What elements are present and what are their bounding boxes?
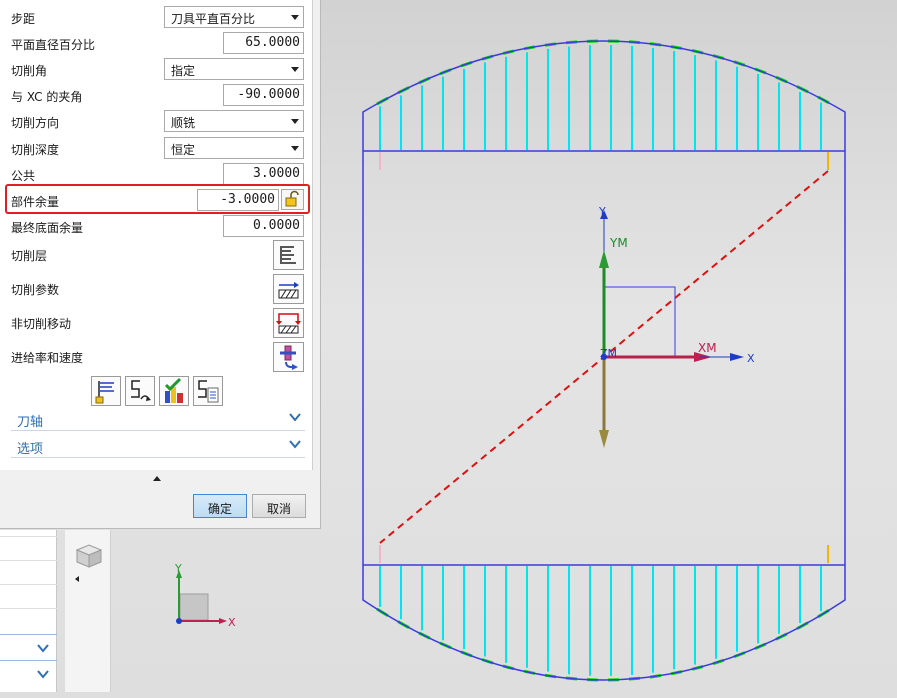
triad-x-arrow bbox=[219, 618, 227, 624]
part-stock-label: 部件余量 bbox=[11, 195, 60, 209]
triad-x-label: X bbox=[228, 616, 236, 629]
cut-direction-value: 顺铣 bbox=[171, 116, 196, 130]
flat-diameter-label: 平面直径百分比 bbox=[11, 38, 96, 52]
angle-xc-input[interactable]: -90.0000 bbox=[223, 84, 304, 106]
cut-levels-label: 切削层 bbox=[11, 249, 48, 263]
generate-icon bbox=[95, 381, 114, 404]
common-depth-label: 公共 bbox=[11, 169, 36, 183]
flat-diameter-row: 平面直径百分比 65.0000 bbox=[0, 31, 313, 55]
toolpath-bottom-passes bbox=[379, 566, 822, 676]
tool-axis-title: 刀轴 bbox=[17, 415, 44, 430]
cut-angle-value: 指定 bbox=[171, 64, 196, 78]
chevron-down-icon bbox=[289, 437, 301, 454]
angle-xc-row: 与 XC 的夹角 -90.0000 bbox=[0, 83, 313, 107]
cut-depth-select[interactable]: 恒定 bbox=[164, 137, 304, 159]
dialog-content: 步距 刀具平直百分比 平面直径百分比 65.0000 切削角 指定 与 XC 的… bbox=[0, 0, 313, 470]
cut-levels-icon bbox=[280, 246, 296, 264]
cut-direction-select[interactable]: 顺铣 bbox=[164, 110, 304, 132]
chevron-down-icon bbox=[289, 410, 301, 427]
x-axis-arrow bbox=[730, 353, 744, 361]
panel-divider bbox=[0, 584, 57, 585]
chevron-down-icon[interactable] bbox=[37, 668, 49, 682]
cut-parameters-row: 切削参数 bbox=[0, 276, 313, 300]
generate-button[interactable] bbox=[91, 376, 121, 406]
xm-axis-label: XM bbox=[698, 341, 717, 355]
cut-direction-label: 切削方向 bbox=[11, 116, 60, 130]
cut-direction-row: 切削方向 顺铣 bbox=[0, 109, 313, 133]
replay-button[interactable] bbox=[125, 376, 155, 406]
cut-angle-select[interactable]: 指定 bbox=[164, 58, 304, 80]
cut-depth-label: 切削深度 bbox=[11, 143, 60, 157]
dropdown-arrow-icon bbox=[291, 15, 299, 20]
lock-button[interactable] bbox=[281, 189, 304, 210]
view-tools-strip[interactable] bbox=[65, 530, 111, 692]
cut-depth-row: 切削深度 恒定 bbox=[0, 136, 313, 160]
feeds-speeds-label: 进给率和速度 bbox=[11, 351, 84, 365]
panel-divider bbox=[0, 660, 57, 661]
collapse-up-icon[interactable] bbox=[153, 476, 161, 481]
panel-divider bbox=[0, 608, 57, 609]
non-cutting-moves-row: 非切削移动 bbox=[0, 310, 313, 334]
dropdown-arrow-icon bbox=[291, 119, 299, 124]
panel-divider bbox=[0, 560, 57, 561]
chevron-down-icon[interactable] bbox=[37, 642, 49, 656]
stepover-value: 刀具平直百分比 bbox=[171, 12, 256, 26]
final-floor-stock-label: 最终底面余量 bbox=[11, 221, 84, 235]
operation-dialog: 步距 刀具平直百分比 平面直径百分比 65.0000 切削角 指定 与 XC 的… bbox=[0, 0, 321, 529]
y-axis-label: Y bbox=[598, 205, 606, 218]
flat-diameter-input[interactable]: 65.0000 bbox=[223, 32, 304, 54]
non-cutting-moves-label: 非切削移动 bbox=[11, 317, 72, 331]
stepover-row: 步距 刀具平直百分比 bbox=[0, 5, 313, 29]
ym-axis-label: YM bbox=[609, 236, 628, 250]
non-cutting-moves-icon bbox=[276, 313, 301, 334]
options-section[interactable]: 选项 bbox=[11, 434, 305, 458]
angle-xc-label: 与 XC 的夹角 bbox=[11, 90, 83, 104]
feeds-speeds-button[interactable] bbox=[273, 342, 304, 372]
cut-parameters-label: 切削参数 bbox=[11, 283, 60, 297]
ym-axis-arrow bbox=[599, 250, 609, 268]
common-depth-input[interactable]: 3.0000 bbox=[223, 163, 304, 185]
cut-levels-button[interactable] bbox=[273, 240, 304, 270]
cancel-button[interactable]: 取消 bbox=[252, 494, 306, 518]
stepover-select[interactable]: 刀具平直百分比 bbox=[164, 6, 304, 28]
cut-depth-value: 恒定 bbox=[171, 143, 196, 157]
final-floor-stock-row: 最终底面余量 0.0000 bbox=[0, 214, 313, 238]
ok-button[interactable]: 确定 bbox=[193, 494, 247, 518]
triad-cube bbox=[179, 593, 209, 621]
x-axis-label: X bbox=[747, 352, 755, 365]
verify-icon bbox=[164, 377, 183, 403]
lock-icon bbox=[285, 190, 299, 207]
part-stock-input[interactable]: -3.0000 bbox=[197, 189, 279, 211]
non-cutting-moves-button[interactable] bbox=[273, 308, 304, 338]
dropdown-arrow-icon bbox=[291, 146, 299, 151]
dropdown-arrow-icon bbox=[291, 67, 299, 72]
toolpath-top-passes bbox=[379, 45, 822, 150]
list-button[interactable] bbox=[193, 376, 223, 406]
triad-origin bbox=[176, 618, 182, 624]
final-floor-stock-input[interactable]: 0.0000 bbox=[223, 215, 304, 237]
navigator-panel[interactable] bbox=[0, 530, 57, 692]
verify-button[interactable] bbox=[159, 376, 189, 406]
tool-axis-section[interactable]: 刀轴 bbox=[11, 407, 305, 431]
part-stock-row: 部件余量 -3.0000 bbox=[0, 188, 313, 212]
zm-axis-arrow bbox=[599, 430, 609, 448]
feeds-speeds-icon bbox=[280, 345, 298, 370]
cut-parameters-icon bbox=[278, 282, 299, 299]
triad-y-label: Y bbox=[174, 562, 182, 575]
options-title: 选项 bbox=[17, 442, 44, 457]
zm-axis-label: ZM bbox=[600, 347, 617, 360]
list-icon bbox=[198, 380, 219, 403]
stepover-label: 步距 bbox=[11, 12, 36, 26]
common-depth-row: 公共 3.0000 bbox=[0, 162, 313, 186]
cut-angle-label: 切削角 bbox=[11, 64, 48, 78]
replay-icon bbox=[131, 380, 151, 401]
feeds-speeds-row: 进给率和速度 bbox=[0, 344, 313, 368]
panel-divider bbox=[0, 536, 57, 537]
view-cube-icon[interactable] bbox=[71, 544, 109, 587]
panel-divider bbox=[0, 634, 57, 635]
cut-angle-row: 切削角 指定 bbox=[0, 57, 313, 81]
cut-levels-row: 切削层 bbox=[0, 242, 313, 266]
cut-parameters-button[interactable] bbox=[273, 274, 304, 304]
